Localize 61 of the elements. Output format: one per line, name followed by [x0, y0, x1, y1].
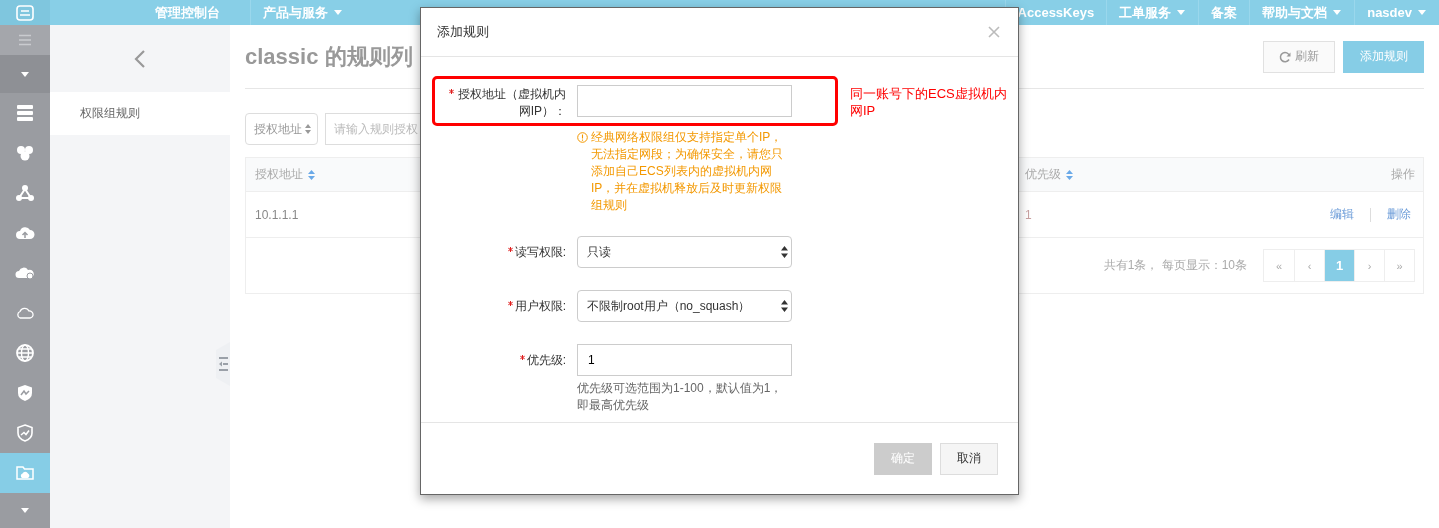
table-cell: 1 [1025, 207, 1032, 222]
annotation-text: 同一账号下的ECS虚拟机内网IP [850, 85, 1008, 119]
caret-icon [1176, 9, 1187, 16]
select-field[interactable]: 只读 [577, 236, 792, 268]
filter-select-value: 授权地址 [254, 120, 302, 138]
back-icon[interactable] [134, 48, 146, 69]
select-field[interactable]: 不限制root用户（no_squash） [577, 290, 792, 322]
input-field[interactable]: 1 [577, 344, 792, 376]
warning-text: 经典网络权限组仅支持指定单个IP，无法指定网段；为确保安全，请您只添加自己ECS列表内的虚拟机内网IP，并在虚拟机释放后及时更新权限组规则 [591, 129, 784, 214]
page-button[interactable]: 1 [1324, 250, 1354, 281]
collapse-handle-icon[interactable] [216, 342, 230, 386]
sort-icon [308, 169, 315, 180]
column-header[interactable]: 操作 [1391, 166, 1415, 183]
caret-icon [1417, 9, 1427, 16]
caret-icon[interactable] [20, 507, 30, 514]
products-menu[interactable]: 产品与服务 [263, 3, 328, 22]
field-label: 授权地址（虚拟机内网IP）： [457, 86, 566, 120]
select-arrows-icon [781, 246, 788, 258]
add-rule-button[interactable]: 添加规则 [1343, 40, 1424, 73]
table-cell: 10.1.1.1 [255, 207, 299, 222]
folder-icon [15, 463, 35, 483]
console-link[interactable]: 管理控制台 [155, 3, 220, 22]
refresh-icon [1279, 50, 1291, 63]
shield-icon [15, 423, 35, 443]
help-menu[interactable]: 帮助与文档 [1262, 3, 1328, 22]
cancel-button[interactable]: 取消 [940, 442, 998, 475]
filing-link[interactable]: 备案 [1211, 3, 1238, 22]
caret-icon [333, 9, 343, 16]
server-icon [15, 103, 35, 123]
access-keys-link[interactable]: AccessKeys [1017, 5, 1095, 20]
cluster-icon [15, 143, 35, 163]
page-title: classic 的规则列 [245, 42, 413, 71]
caret-icon [1332, 9, 1343, 16]
action-link[interactable]: 编辑 [1326, 206, 1358, 223]
input-field[interactable] [577, 85, 792, 117]
sort-icon [1066, 169, 1073, 180]
tickets-menu[interactable]: 工单服务 [1119, 3, 1172, 22]
select-arrows-icon [781, 300, 788, 312]
pagination-summary: 共有1条， 每页显示：10条 [1103, 257, 1247, 274]
warning-icon [577, 132, 588, 143]
field-label: 用户权限: [514, 298, 566, 315]
column-header[interactable]: 优先级 [1025, 166, 1061, 183]
menu-icon[interactable] [18, 34, 32, 46]
sidebar-item[interactable]: 权限组规则 [50, 92, 230, 135]
field-label: 读写权限: [514, 244, 566, 261]
close-icon[interactable] [988, 26, 1000, 38]
logo-icon [16, 4, 34, 21]
sort-arrows-icon [305, 124, 311, 134]
action-link[interactable]: 删除 [1383, 206, 1415, 223]
dialog-title: 添加规则 [437, 23, 489, 41]
user-menu[interactable]: nasdev [1367, 5, 1412, 20]
globe-icon [15, 343, 35, 363]
field-label: 优先级: [526, 352, 566, 369]
caret-icon[interactable] [20, 70, 30, 78]
refresh-button[interactable]: 刷新 [1263, 40, 1335, 73]
help-text: 优先级可选范围为1-100，默认值为1，即最高优先级 [577, 380, 784, 414]
network-icon [15, 183, 35, 203]
rail-item[interactable] [0, 453, 50, 493]
column-header[interactable]: 授权地址 [255, 166, 303, 183]
filter-select[interactable]: 授权地址 [245, 113, 318, 145]
shield-icon [15, 383, 35, 403]
